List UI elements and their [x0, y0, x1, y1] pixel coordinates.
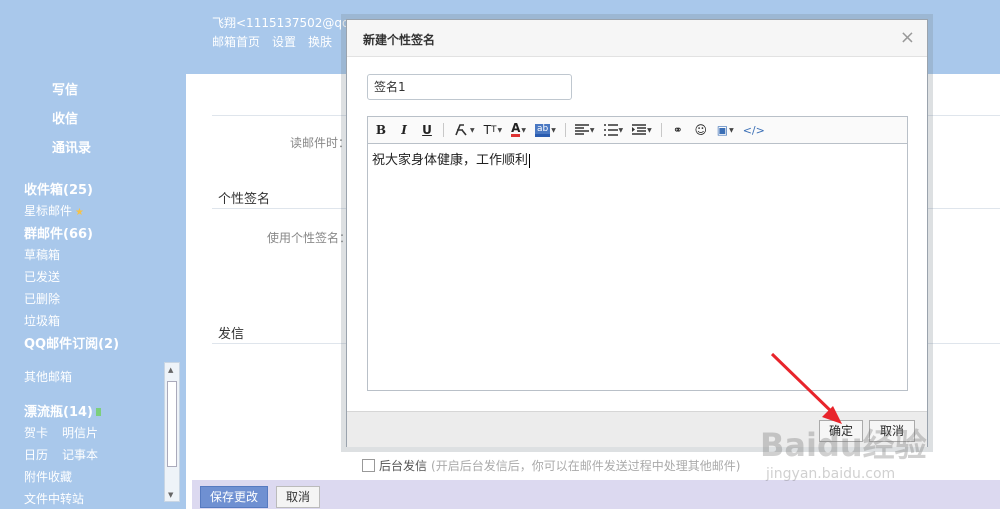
watermark-url: jingyan.baidu.com — [766, 466, 896, 482]
baidu-watermark: Baidu经验 jingyan.baidu.com — [760, 420, 927, 482]
watermark-brand: Baidu经验 — [760, 426, 927, 464]
